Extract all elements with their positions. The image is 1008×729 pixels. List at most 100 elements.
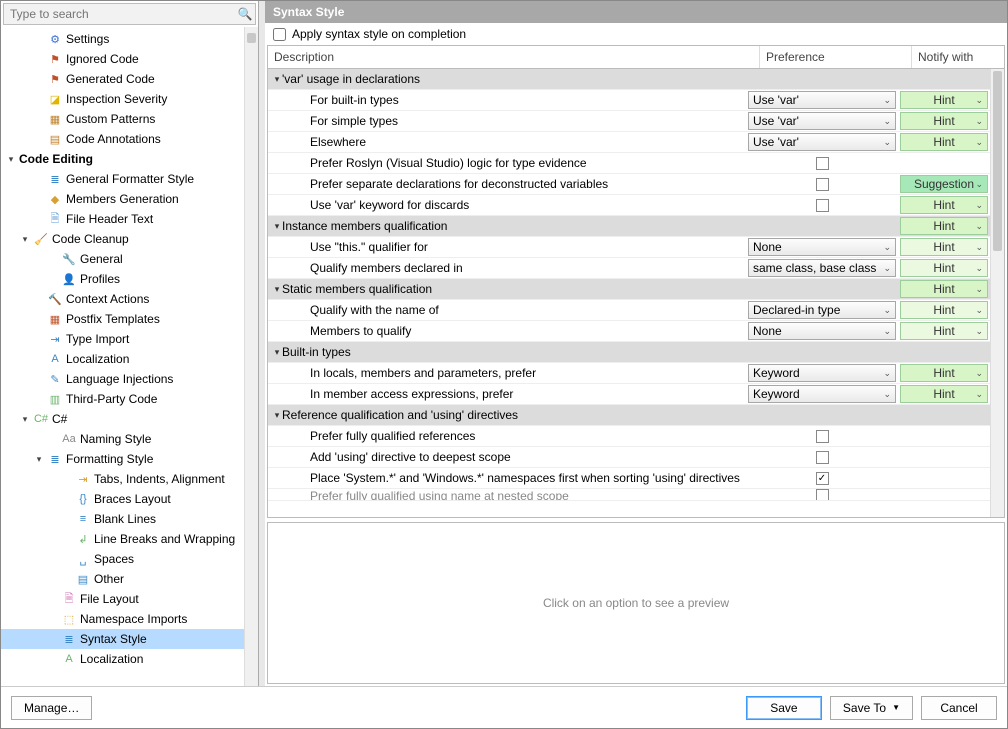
- tree-item[interactable]: ▦Postfix Templates: [1, 309, 244, 329]
- preference-combo[interactable]: Use 'var'⌄: [748, 133, 896, 151]
- preference-combo[interactable]: Use 'var'⌄: [748, 91, 896, 109]
- grid-row[interactable]: In member access expressions, preferKeyw…: [268, 384, 990, 405]
- notify-combo[interactable]: Hint⌄: [900, 112, 988, 130]
- tree-item[interactable]: 👤Profiles: [1, 269, 244, 289]
- notify-combo[interactable]: Hint⌄: [900, 217, 988, 235]
- preference-combo[interactable]: None⌄: [748, 238, 896, 256]
- notify-combo[interactable]: Hint⌄: [900, 238, 988, 256]
- notify-combo[interactable]: Hint⌄: [900, 301, 988, 319]
- tree-item[interactable]: 🗎File Header Text: [1, 209, 244, 229]
- manage-button[interactable]: Manage…: [11, 696, 92, 720]
- tree-item[interactable]: 🗎File Layout: [1, 589, 244, 609]
- tree-item[interactable]: ▾≣Formatting Style: [1, 449, 244, 469]
- grid-row[interactable]: Prefer Roslyn (Visual Studio) logic for …: [268, 153, 990, 174]
- grid-row[interactable]: Use "this." qualifier forNone⌄Hint⌄: [268, 237, 990, 258]
- tree-toggle-icon[interactable]: ▾: [19, 233, 31, 245]
- tree-item[interactable]: ≣Syntax Style: [1, 629, 244, 649]
- tree-item[interactable]: ⚑Ignored Code: [1, 49, 244, 69]
- tree-item[interactable]: ALocalization: [1, 649, 244, 669]
- grid-row[interactable]: Prefer fully qualified using name at nes…: [268, 489, 990, 501]
- notify-combo[interactable]: Hint⌄: [900, 364, 988, 382]
- tree-item[interactable]: ✎Language Injections: [1, 369, 244, 389]
- group-toggle-icon[interactable]: ▾: [268, 347, 282, 358]
- settings-tree[interactable]: ⚙Settings⚑Ignored Code⚑Generated Code◪In…: [1, 27, 244, 686]
- tree-item[interactable]: ▥Third-Party Code: [1, 389, 244, 409]
- grid-row[interactable]: Qualify members declared insame class, b…: [268, 258, 990, 279]
- grid-row[interactable]: Use 'var' keyword for discardsHint⌄: [268, 195, 990, 216]
- search-box[interactable]: 🔍: [3, 3, 256, 25]
- preference-combo[interactable]: Use 'var'⌄: [748, 112, 896, 130]
- preference-combo[interactable]: Declared-in type⌄: [748, 301, 896, 319]
- grid-group-row[interactable]: ▾Reference qualification and 'using' dir…: [268, 405, 990, 426]
- tree-item[interactable]: ≣General Formatter Style: [1, 169, 244, 189]
- tree-item[interactable]: ▤Other: [1, 569, 244, 589]
- preference-checkbox[interactable]: [816, 489, 829, 501]
- save-button[interactable]: Save: [746, 696, 822, 720]
- col-preference[interactable]: Preference: [760, 46, 912, 68]
- save-to-button[interactable]: Save To▼: [830, 696, 913, 720]
- tree-item[interactable]: ⇥Tabs, Indents, Alignment: [1, 469, 244, 489]
- group-toggle-icon[interactable]: ▾: [268, 410, 282, 421]
- tree-item[interactable]: ⬚Namespace Imports: [1, 609, 244, 629]
- tree-item[interactable]: ␣Spaces: [1, 549, 244, 569]
- preference-checkbox[interactable]: [816, 451, 829, 464]
- cancel-button[interactable]: Cancel: [921, 696, 997, 720]
- grid-row[interactable]: Prefer fully qualified references: [268, 426, 990, 447]
- preference-combo[interactable]: None⌄: [748, 322, 896, 340]
- col-notify[interactable]: Notify with: [912, 46, 1004, 68]
- tree-item[interactable]: ⇥Type Import: [1, 329, 244, 349]
- grid-scrollbar[interactable]: [990, 69, 1004, 517]
- tree-item[interactable]: 🔨Context Actions: [1, 289, 244, 309]
- tree-toggle-icon[interactable]: ▾: [5, 153, 17, 165]
- grid-group-row[interactable]: ▾Instance members qualificationHint⌄: [268, 216, 990, 237]
- notify-combo[interactable]: Hint⌄: [900, 91, 988, 109]
- notify-combo[interactable]: Hint⌄: [900, 322, 988, 340]
- tree-item[interactable]: ▾Code Editing: [1, 149, 244, 169]
- tree-item[interactable]: ⚑Generated Code: [1, 69, 244, 89]
- preference-combo[interactable]: Keyword⌄: [748, 364, 896, 382]
- grid-row[interactable]: Members to qualifyNone⌄Hint⌄: [268, 321, 990, 342]
- grid-row[interactable]: In locals, members and parameters, prefe…: [268, 363, 990, 384]
- tree-item[interactable]: ◆Members Generation: [1, 189, 244, 209]
- notify-combo[interactable]: Hint⌄: [900, 385, 988, 403]
- col-description[interactable]: Description: [268, 46, 760, 68]
- notify-combo[interactable]: Suggestion⌄: [900, 175, 988, 193]
- tree-item[interactable]: ALocalization: [1, 349, 244, 369]
- grid-row[interactable]: For simple typesUse 'var'⌄Hint⌄: [268, 111, 990, 132]
- tree-toggle-icon[interactable]: ▾: [33, 453, 45, 465]
- preference-combo[interactable]: Keyword⌄: [748, 385, 896, 403]
- grid-row[interactable]: Qualify with the name ofDeclared-in type…: [268, 300, 990, 321]
- tree-item[interactable]: ◪Inspection Severity: [1, 89, 244, 109]
- preference-combo[interactable]: same class, base class⌄: [748, 259, 896, 277]
- grid-row[interactable]: Add 'using' directive to deepest scope: [268, 447, 990, 468]
- search-input[interactable]: [4, 4, 235, 24]
- notify-combo[interactable]: Hint⌄: [900, 280, 988, 298]
- group-toggle-icon[interactable]: ▾: [268, 74, 282, 85]
- grid-row[interactable]: ElsewhereUse 'var'⌄Hint⌄: [268, 132, 990, 153]
- grid-row[interactable]: Place 'System.*' and 'Windows.*' namespa…: [268, 468, 990, 489]
- group-toggle-icon[interactable]: ▾: [268, 284, 282, 295]
- preference-checkbox[interactable]: [816, 178, 829, 191]
- tree-item[interactable]: {}Braces Layout: [1, 489, 244, 509]
- grid-group-row[interactable]: ▾Built-in types: [268, 342, 990, 363]
- preference-checkbox[interactable]: [816, 430, 829, 443]
- tree-item[interactable]: ↲Line Breaks and Wrapping: [1, 529, 244, 549]
- preference-checkbox[interactable]: [816, 199, 829, 212]
- grid-group-row[interactable]: ▾'var' usage in declarations: [268, 69, 990, 90]
- tree-item[interactable]: AaNaming Style: [1, 429, 244, 449]
- apply-on-completion-checkbox[interactable]: [273, 28, 286, 41]
- notify-combo[interactable]: Hint⌄: [900, 259, 988, 277]
- tree-item[interactable]: ≡Blank Lines: [1, 509, 244, 529]
- notify-combo[interactable]: Hint⌄: [900, 133, 988, 151]
- tree-item[interactable]: ▦Custom Patterns: [1, 109, 244, 129]
- grid-row[interactable]: Prefer separate declarations for deconst…: [268, 174, 990, 195]
- tree-toggle-icon[interactable]: ▾: [19, 413, 31, 425]
- notify-combo[interactable]: Hint⌄: [900, 196, 988, 214]
- preference-checkbox[interactable]: [816, 157, 829, 170]
- tree-item[interactable]: ⚙Settings: [1, 29, 244, 49]
- tree-item[interactable]: ▤Code Annotations: [1, 129, 244, 149]
- tree-item[interactable]: 🔧General: [1, 249, 244, 269]
- grid-row[interactable]: For built-in typesUse 'var'⌄Hint⌄: [268, 90, 990, 111]
- grid-group-row[interactable]: ▾Static members qualificationHint⌄: [268, 279, 990, 300]
- preference-checkbox[interactable]: [816, 472, 829, 485]
